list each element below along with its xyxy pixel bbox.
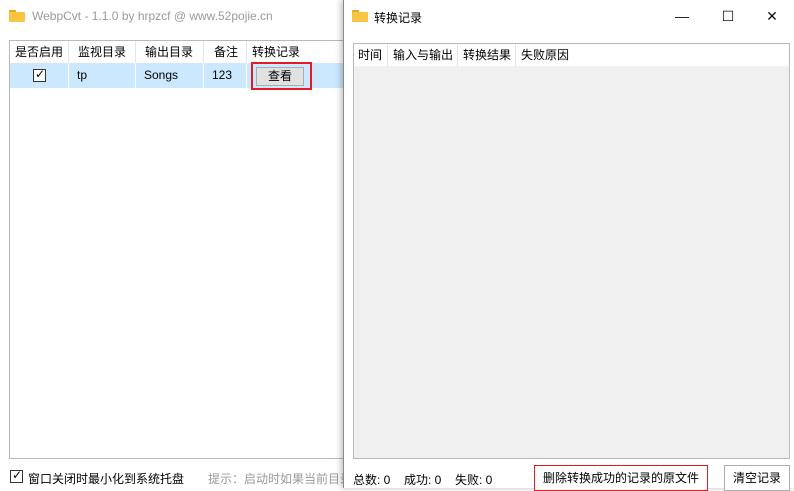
success-count: 成功: 0 (404, 473, 442, 487)
folder-icon (9, 10, 25, 22)
monitor-list[interactable]: 是否启用 监视目录 输出目录 备注 转换记录 ✓ tp Songs 123 (9, 40, 356, 459)
clear-history-button[interactable]: 清空记录 (724, 465, 790, 491)
startup-tip: 提示：启动时如果当前目录 (208, 472, 353, 486)
checkmark-icon: ✓ (12, 468, 23, 482)
minimize-to-tray-checkbox[interactable]: ✓ (10, 468, 23, 483)
folder-icon (352, 10, 368, 22)
history-list-header: 时间 输入与输出 转换结果 失败原因 (354, 44, 789, 66)
maximize-button[interactable]: ☐ (705, 0, 751, 32)
minimize-button[interactable]: — (659, 0, 705, 32)
monitor-list-header: 是否启用 监视目录 输出目录 备注 转换记录 (10, 41, 355, 63)
enabled-cell[interactable]: ✓ (10, 63, 69, 88)
checkmark-icon: ✓ (35, 67, 46, 81)
delete-source-files-button[interactable]: 删除转换成功的记录的原文件 (534, 465, 708, 491)
column-io[interactable]: 输入与输出 (388, 44, 458, 66)
column-history[interactable]: 转换记录 (247, 41, 355, 63)
minimize-to-tray-label: 窗口关闭时最小化到系统托盘 (28, 472, 185, 486)
history-window: 转换记录 — ☐ ✕ 时间 输入与输出 转换结果 失败原因 总数: 0 成功: … (343, 0, 794, 491)
history-window-title: 转换记录 (374, 11, 423, 25)
close-button[interactable]: ✕ (749, 0, 794, 32)
main-titlebar[interactable]: WebpCvt - 1.1.0 by hrpzcf @ www.52pojie.… (0, 0, 350, 32)
column-enabled[interactable]: 是否启用 (10, 41, 69, 63)
main-window-title: WebpCvt - 1.1.0 by hrpzcf @ www.52pojie.… (32, 9, 273, 23)
enabled-checkbox[interactable]: ✓ (33, 67, 46, 82)
main-window: WebpCvt - 1.1.0 by hrpzcf @ www.52pojie.… (0, 0, 356, 488)
column-result[interactable]: 转换结果 (458, 44, 516, 66)
history-list[interactable]: 时间 输入与输出 转换结果 失败原因 (353, 43, 790, 459)
column-output-dir[interactable]: 输出目录 (136, 41, 204, 63)
column-failure-reason[interactable]: 失败原因 (516, 44, 576, 66)
highlight-box (251, 62, 312, 90)
watch-dir-cell: tp (69, 63, 136, 88)
output-dir-cell: Songs (136, 63, 204, 88)
failed-count: 失败: 0 (455, 473, 493, 487)
total-count: 总数: 0 (353, 473, 391, 487)
note-cell: 123 (204, 63, 247, 88)
column-note[interactable]: 备注 (204, 41, 247, 63)
column-watch-dir[interactable]: 监视目录 (69, 41, 136, 63)
column-time[interactable]: 时间 (354, 44, 388, 66)
